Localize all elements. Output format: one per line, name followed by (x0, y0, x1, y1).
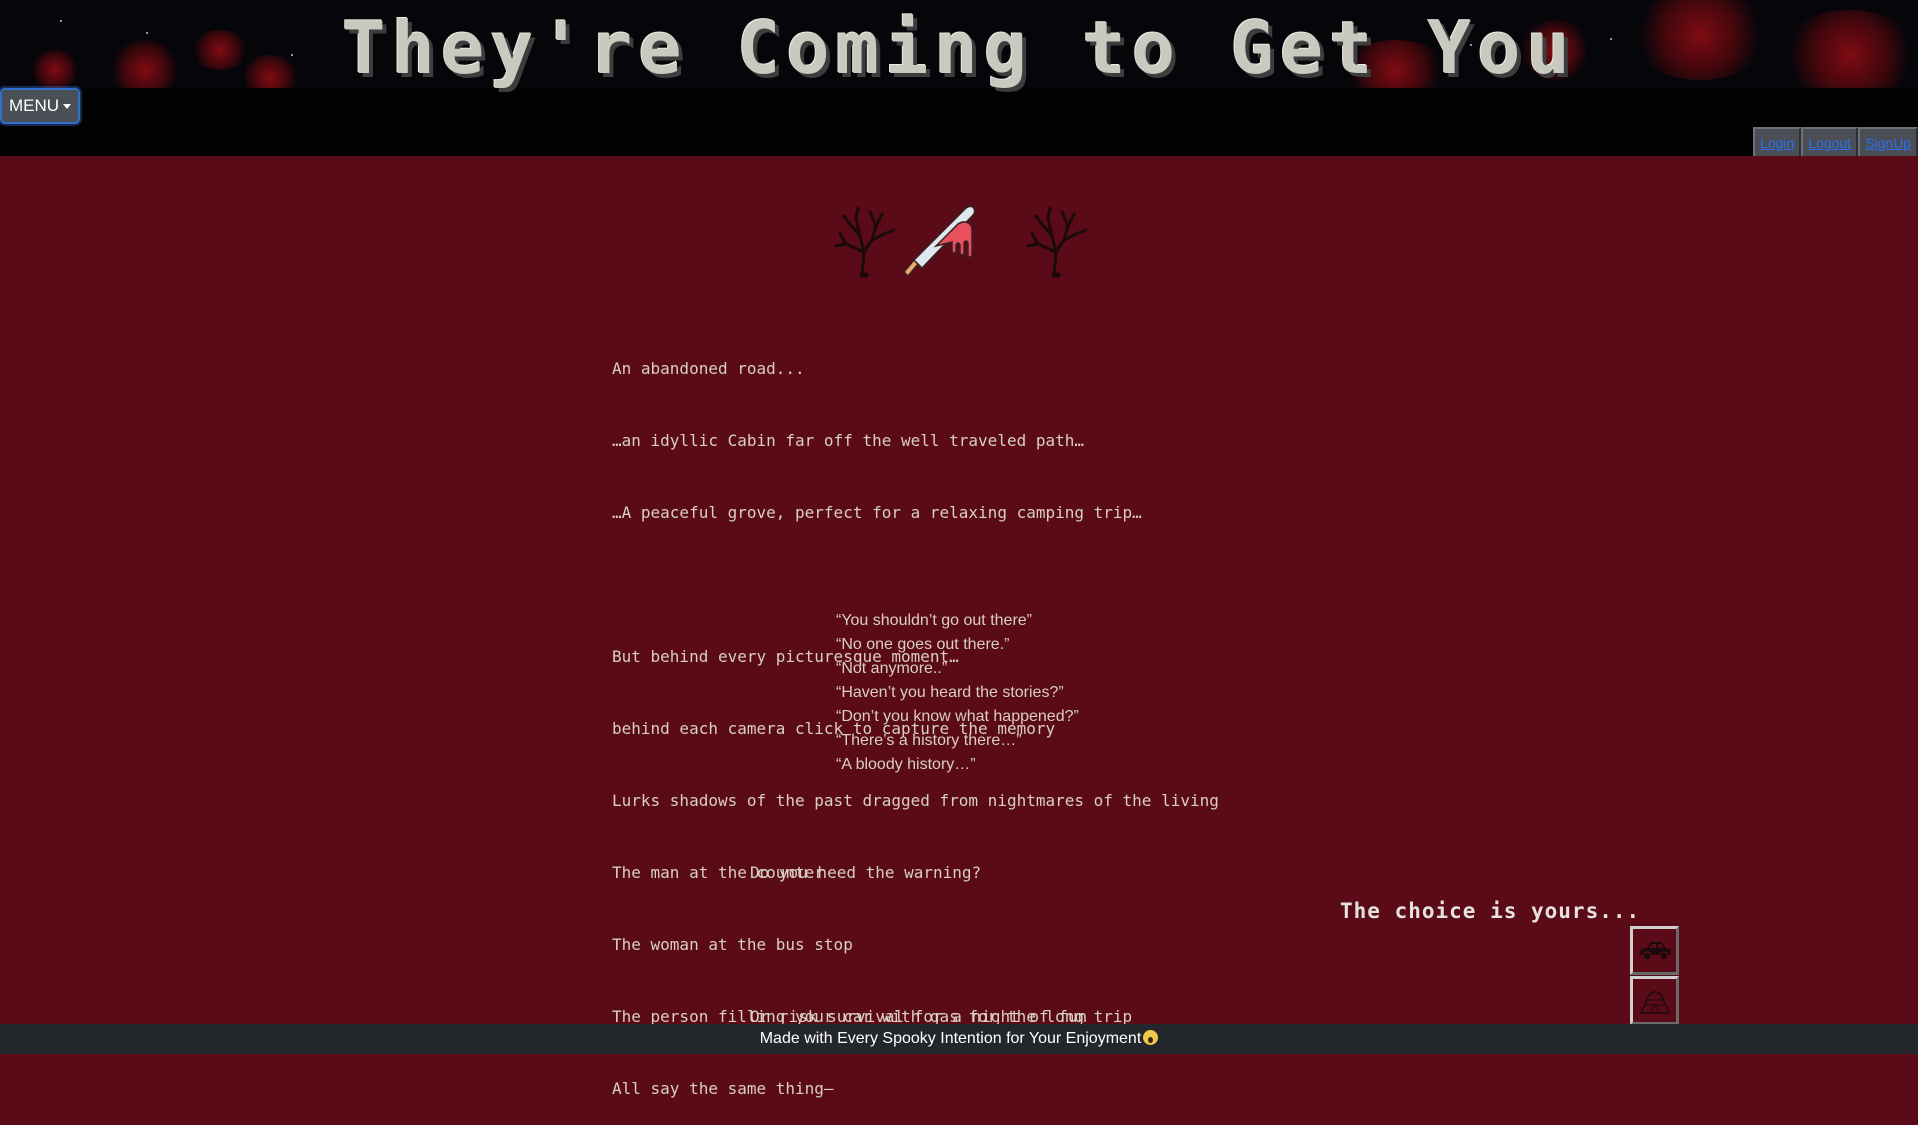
intro-line: …A peaceful grove, perfect for a relaxin… (612, 503, 1142, 522)
dead-tree-icon (1026, 206, 1088, 278)
site-title: They're Coming to Get You (342, 6, 1576, 90)
bloody-knife-icon (902, 205, 976, 278)
quote-line: “You shouldn’t go out there” (836, 612, 1032, 629)
choice-heading: The choice is yours... (1340, 899, 1641, 923)
intro-line: …an idyllic Cabin far off the well trave… (612, 431, 1085, 450)
quote-line: “A bloody history…” (836, 756, 976, 773)
warning-quotes: “You shouldn’t go out there” “No one goe… (836, 609, 1079, 777)
tent-choice-button[interactable] (1630, 976, 1679, 1025)
intro-line: Lurks shadows of the past dragged from n… (612, 791, 1219, 810)
car-choice-button[interactable] (1630, 926, 1679, 975)
footer: Made with Every Spooky Intention for You… (0, 1024, 1918, 1054)
quote-line: “Haven’t you heard the stories?” (836, 684, 1064, 701)
quote-line: “No one goes out there.” (836, 636, 1010, 653)
intro-line: All say the same thing– (612, 1079, 834, 1098)
menu-button-label: MENU (8, 96, 60, 115)
dead-tree-icon (834, 206, 896, 278)
car-icon (1639, 942, 1671, 961)
caret-down-icon (63, 104, 72, 110)
question-spacer (750, 933, 1087, 957)
quote-line: “Don’t you know what happened?” (836, 708, 1079, 725)
signup-link[interactable]: SignUp (1858, 127, 1918, 156)
intro-line: An abandoned road... (612, 359, 805, 378)
footer-text: Made with Every Spooky Intention for You… (759, 1030, 1142, 1047)
quote-line: “Not anymore..” (836, 660, 948, 677)
menu-dropdown-button[interactable]: MENU (0, 88, 80, 124)
intro-line (612, 573, 1219, 597)
login-link[interactable]: Login (1752, 127, 1802, 156)
logout-link[interactable]: Logout (1801, 127, 1859, 156)
site-header: They're Coming to Get You MENU Login Log… (0, 0, 1918, 156)
heed-question: Do you heed the warning? (750, 863, 982, 882)
question-text: Do you heed the warning? Or risk surviva… (750, 813, 1087, 1053)
auth-links: Login Logout SignUp (1752, 127, 1918, 156)
scream-emoji-icon (1143, 1030, 1159, 1045)
hero-icons (834, 205, 1088, 278)
tent-icon (1639, 991, 1671, 1014)
quote-line: “There’s a history there…” (836, 732, 1022, 749)
